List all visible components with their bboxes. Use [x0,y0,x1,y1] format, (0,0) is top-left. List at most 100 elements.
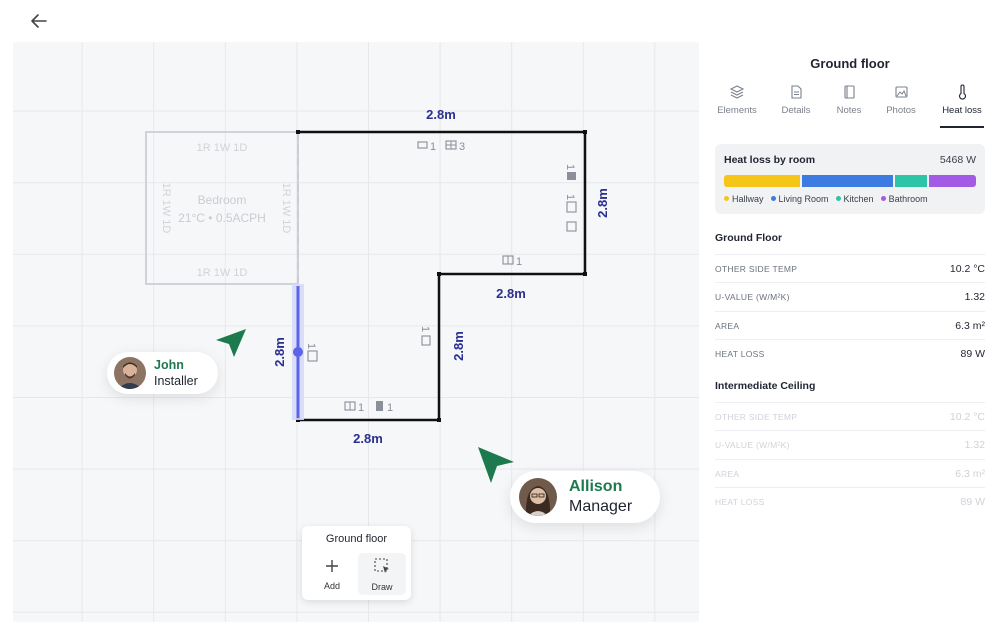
back-arrow-icon[interactable] [26,8,52,34]
tab-heat-loss[interactable]: Heat loss [940,84,984,128]
tab-label: Elements [717,105,757,116]
legend-dot [835,196,841,202]
tab-label: Details [781,105,811,116]
svg-text:1: 1 [516,256,522,268]
dimension-step: 2.8m [496,286,526,301]
svg-text:1: 1 [387,402,393,414]
property-row: U-value (W/m²K) 1.32 [715,430,985,458]
tab-photos[interactable]: Photos [883,84,919,128]
cursor-arrow-icon [216,329,246,357]
wall-corners [296,130,587,422]
heat-loss-legend: Hallway Living Room Kitchen Bathroom [724,194,928,204]
legend-label: Living Room [778,194,829,204]
document-icon [791,85,802,99]
svg-text:1: 1 [419,326,431,332]
svg-text:1: 1 [564,164,576,170]
property-row: Other side temp 10.2 °C [715,402,985,430]
radiator-icon [566,221,577,232]
legend-item: Bathroom [880,194,928,204]
ghost-wall-label-top: 1R 1W 1D [197,142,248,154]
property-row: Area 6.3 m² [715,311,985,339]
draw-button[interactable]: Draw [358,553,406,595]
panel-title: Ground floor [810,56,890,71]
dimension-left: 2.8m [272,337,287,367]
layers-icon [729,85,745,99]
svg-text:1: 1 [305,343,317,349]
dimension-right: 2.8m [595,188,610,218]
legend-label: Bathroom [888,194,928,204]
selected-wall[interactable] [292,284,304,420]
thermometer-icon [958,84,967,100]
ghost-room-info: 21°C • 0.5ACPH [178,211,266,225]
toolbar-title: Ground floor [325,533,388,545]
floor-toolbar: Ground floor Add Draw [302,526,411,600]
property-row: U-value (W/m²K) 1.32 [715,282,985,310]
tab-elements[interactable]: Elements [714,84,760,128]
legend-dot [770,196,776,202]
collaborator-name: John [154,358,184,372]
legend-label: Hallway [732,194,764,204]
section-title-ground-floor: Ground Floor [715,232,783,244]
heat-loss-segment-living-room [802,175,894,187]
legend-item: Kitchen [835,194,874,204]
cursor-arrow-icon [478,447,514,483]
svg-text:1: 1 [358,402,364,414]
wall-drag-handle[interactable] [293,347,303,357]
ghost-wall-label-left: 1R 1W 1D [160,183,172,234]
legend-dot [880,196,886,202]
tab-notes[interactable]: Notes [832,84,866,128]
avatar [114,357,146,389]
photos-icon [895,86,908,98]
dimension-inner-right: 2.8m [451,331,466,361]
collaborator-name: Allison [569,478,623,495]
heat-loss-bar [724,175,976,187]
tab-details[interactable]: Details [778,84,814,128]
svg-text:1: 1 [564,194,576,200]
ghost-wall-label-right: 1R 1W 1D [280,183,292,234]
legend-dot [724,196,729,202]
legend-label: Kitchen [843,194,874,204]
property-row: Heat loss 89 W [715,339,985,367]
legend-item: Living Room [770,194,829,204]
add-button[interactable]: Add [308,553,356,595]
room-walls[interactable] [298,130,587,422]
svg-text:3: 3 [459,141,465,153]
property-row: Heat loss 89 W [715,487,985,515]
heat-loss-segment-kitchen [895,175,928,187]
heat-loss-segment-bathroom [929,175,976,187]
tab-label: Photos [886,105,916,116]
wall-element-badges: 1 3 1 1 1 1 1 1 1 [305,140,577,414]
ghost-wall-label-bottom: 1R 1W 1D [197,267,248,279]
avatar [519,478,557,516]
collaborator-card-allison: Allison Manager [510,471,660,523]
property-row: Area 6.3 m² [715,459,985,487]
radiator-icon [417,141,428,149]
notes-icon [844,85,855,99]
plus-icon [326,560,338,572]
panel-tabs: Elements Details Notes Photos Heat loss [708,84,996,130]
section-title-intermediate-ceiling: Intermediate Ceiling [715,380,816,392]
collaborator-role: Installer [154,374,198,388]
window-icon [307,350,318,362]
ghost-room-name: Bedroom [198,193,247,207]
draw-button-label: Draw [371,582,393,592]
property-row: Other side temp 10.2 °C [715,254,985,282]
collaborator-role: Manager [569,498,633,515]
heat-loss-title: Heat loss by room [724,154,816,166]
svg-text:1: 1 [430,141,436,153]
door-icon [567,172,576,180]
door-icon [376,401,383,411]
radiator-icon [421,335,431,346]
tab-label: Notes [836,105,862,116]
heat-loss-summary: Heat loss by room 5468 W Hallway Living R… [715,144,985,214]
legend-item: Hallway [724,194,764,204]
collaborator-card-john: John Installer [107,352,218,394]
draw-icon [374,558,389,573]
heat-loss-total: 5468 W [939,154,976,166]
heat-loss-segment-hallway [724,175,801,187]
window-icon [566,201,577,213]
tab-label: Heat loss [942,105,982,116]
dimension-bottom: 2.8m [353,431,383,446]
ghost-room-bedroom: 1R 1W 1D 1R 1W 1D 1R 1W 1D 1R 1W 1D Bedr… [145,131,299,285]
dimension-top: 2.8m [426,107,456,122]
